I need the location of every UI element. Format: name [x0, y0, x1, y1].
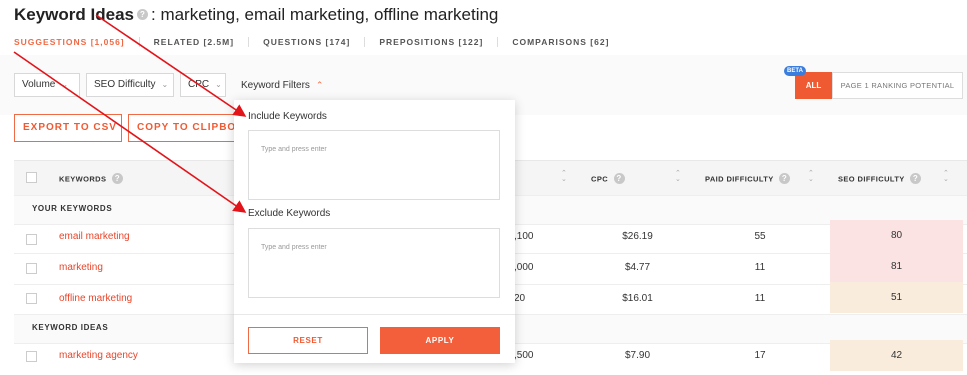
export-csv-label: EXPORT TO CSV — [23, 122, 117, 133]
volume-value: 20 — [514, 293, 526, 304]
reset-button[interactable]: RESET — [248, 327, 368, 354]
cpc-value: $26.19 — [622, 231, 653, 242]
copy-clipboard-label: COPY TO CLIPBOARD — [137, 122, 234, 133]
sort-icon[interactable]: ⌃ ⌄ — [808, 170, 814, 183]
chevron-down-icon: ⌄ — [215, 80, 222, 89]
row-checkbox[interactable] — [26, 263, 37, 274]
page1-ranking-potential-button[interactable]: PAGE 1 RANKING POTENTIAL — [832, 72, 963, 99]
seo-header-label: SEO DIFFICULTY — [838, 174, 905, 184]
paid-difficulty-value: 11 — [754, 262, 766, 273]
tab-questions[interactable]: QUESTIONS [174] — [248, 37, 364, 47]
include-keywords-label: Include Keywords — [248, 111, 327, 122]
volume-value: ,500 — [514, 350, 534, 361]
help-icon[interactable]: ? — [613, 173, 625, 184]
tab-comparisons[interactable]: COMPARISONS [62] — [497, 37, 623, 47]
help-icon[interactable]: ? — [778, 173, 790, 184]
sort-icon[interactable]: ⌃ ⌄ — [943, 170, 949, 183]
chevron-down-icon: ⌄ — [61, 80, 69, 89]
column-header-seo-difficulty[interactable]: SEO DIFFICULTY ? — [838, 173, 924, 186]
keyword-link[interactable]: offline marketing — [59, 293, 132, 304]
seo-difficulty-value: 81 — [830, 251, 963, 282]
seo-difficulty-dropdown-label: SEO Difficulty — [94, 79, 156, 90]
help-icon[interactable]: ? — [137, 9, 148, 21]
volume-value: ,000 — [514, 262, 534, 273]
column-header-keywords[interactable]: KEYWORDS ? — [59, 173, 126, 186]
select-all-checkbox[interactable] — [26, 172, 37, 183]
cpc-dropdown[interactable]: CPC ⌄ — [180, 73, 226, 97]
beta-badge: BETA — [784, 66, 806, 76]
section-label: YOUR KEYWORDS — [32, 204, 113, 213]
seo-difficulty-value: 51 — [830, 282, 963, 313]
volume-dropdown-label: Volume — [22, 79, 56, 90]
apply-button[interactable]: APPLY — [380, 327, 500, 354]
exclude-keywords-input[interactable]: Type and press enter — [248, 228, 500, 298]
section-label: KEYWORD IDEAS — [32, 323, 109, 332]
seo-difficulty-value: 42 — [830, 340, 963, 371]
result-tabs: SUGGESTIONS [1,056] RELATED [2.5M] QUESTIO… — [14, 37, 623, 51]
cpc-dropdown-label: CPC — [188, 79, 210, 90]
cpc-value: $4.77 — [624, 262, 651, 273]
help-icon[interactable]: ? — [111, 173, 123, 184]
chevron-up-icon: ⌃ — [315, 80, 324, 90]
page-title-bold: Keyword Ideas — [14, 5, 134, 24]
include-keywords-placeholder: Type and press enter — [261, 146, 327, 153]
tab-related[interactable]: RELATED [2.5M] — [138, 37, 248, 47]
seo-difficulty-dropdown[interactable]: SEO Difficulty ⌄ — [86, 73, 174, 97]
page-title: Keyword Ideas?: marketing, email marketi… — [14, 5, 498, 25]
keyword-link[interactable]: marketing agency — [59, 350, 138, 361]
sort-icon[interactable]: ⌃ ⌄ — [561, 170, 567, 183]
chevron-down-icon: ⌄ — [161, 80, 169, 89]
keyword-link[interactable]: marketing — [59, 262, 103, 273]
exclude-keywords-label: Exclude Keywords — [248, 208, 331, 219]
paid-header-label: PAID DIFFICULTY — [705, 174, 774, 184]
column-header-paid-difficulty[interactable]: PAID DIFFICULTY ? — [705, 173, 793, 186]
copy-clipboard-button[interactable]: COPY TO CLIPBOARD — [128, 114, 234, 142]
paid-difficulty-value: 11 — [754, 293, 766, 304]
page-title-query: : marketing, email marketing, offline ma… — [151, 5, 499, 24]
keyword-filters-popup: Include Keywords Type and press enter Ex… — [234, 100, 515, 363]
keyword-filters-toggle[interactable]: Keyword Filters ⌃ — [241, 73, 323, 98]
volume-dropdown[interactable]: Volume ⌄ — [14, 73, 80, 97]
cpc-value: $16.01 — [622, 293, 653, 304]
cpc-header-label: CPC — [591, 174, 609, 184]
keyword-link[interactable]: email marketing — [59, 231, 130, 242]
paid-difficulty-value: 55 — [754, 231, 766, 242]
export-csv-button[interactable]: EXPORT TO CSV⌄ — [14, 114, 122, 142]
row-checkbox[interactable] — [26, 234, 37, 245]
seo-difficulty-value: 80 — [830, 220, 963, 251]
help-icon[interactable]: ? — [910, 173, 922, 184]
row-checkbox[interactable] — [26, 351, 37, 362]
divider — [234, 314, 515, 315]
tab-suggestions[interactable]: SUGGESTIONS [1,056] — [14, 37, 139, 47]
tab-prepositions[interactable]: PREPOSITIONS [122] — [364, 37, 497, 47]
row-checkbox[interactable] — [26, 293, 37, 304]
all-button[interactable]: ALL — [795, 72, 832, 99]
column-header-cpc[interactable]: CPC ? — [591, 173, 628, 186]
keywords-header-label: KEYWORDS — [59, 174, 107, 184]
exclude-keywords-placeholder: Type and press enter — [261, 244, 327, 251]
include-keywords-input[interactable]: Type and press enter — [248, 130, 500, 200]
cpc-value: $7.90 — [624, 350, 651, 361]
keyword-filters-label: Keyword Filters — [241, 80, 310, 91]
paid-difficulty-value: 17 — [754, 350, 766, 361]
volume-value: ,100 — [514, 231, 534, 242]
sort-icon[interactable]: ⌃ ⌄ — [675, 170, 681, 183]
